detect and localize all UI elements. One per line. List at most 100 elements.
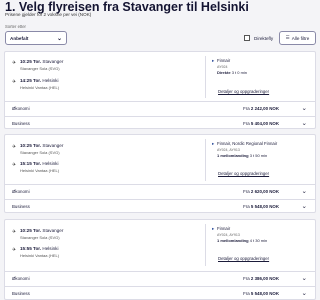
departure-airport: Stavanger Sola (SVG) xyxy=(20,234,60,240)
departure-day: Tor. xyxy=(33,59,42,64)
fare-row-business[interactable]: Business Fra 5 548,00 NOK ⌄ xyxy=(5,286,315,299)
airline-name: Finnair, Nordic Regional Finnair xyxy=(217,141,278,146)
flight-number: AY924 xyxy=(217,65,228,69)
departure-leg: ✈ 10:25 Tor. Stavanger Stavanger Sola (S… xyxy=(12,59,63,71)
arrival-day: Tor. xyxy=(33,161,42,166)
takeoff-icon: ✈ xyxy=(12,143,17,150)
landing-icon: ✈ xyxy=(12,161,17,168)
flight-duration: 3 t 50 min xyxy=(249,153,268,158)
direct-flights-checkbox[interactable]: Direktefly xyxy=(244,35,273,41)
takeoff-icon: ✈ xyxy=(12,59,17,66)
all-filters-label: Alle filtre xyxy=(291,35,310,41)
fare-row-economy[interactable]: Økonomi Fra 2 620,00 NOK ⌄ xyxy=(5,184,315,197)
all-filters-button[interactable]: ☰ Alle filtre xyxy=(279,31,316,45)
flight-number: AY924, AY913 xyxy=(217,233,240,237)
departure-time: 10:25 xyxy=(20,143,32,148)
departure-city: Stavanger xyxy=(42,59,64,64)
stops-label: 1 mellomlanding xyxy=(217,238,249,243)
fare-row-business[interactable]: Business Fra 5 548,00 NOK ⌄ xyxy=(5,199,315,212)
fare-price: 5 404,00 NOK xyxy=(250,121,279,126)
departure-leg: ✈ 10:25 Tor. Stavanger Stavanger Sola (S… xyxy=(12,228,63,240)
chevron-down-icon: ⌄ xyxy=(56,36,62,42)
fare-prefix: Fra xyxy=(243,204,250,209)
details-link[interactable]: Detaljer og oppgraderinger xyxy=(218,256,269,261)
takeoff-icon: ✈ xyxy=(12,228,17,235)
departure-time: 10:25 xyxy=(20,228,32,233)
stops-label: 1 mellomlanding xyxy=(217,153,249,158)
arrival-city: Helsinki xyxy=(42,78,59,83)
fare-name: Økonomi xyxy=(12,276,30,281)
fare-row-economy[interactable]: Økonomi Fra 2 386,00 NOK ⌄ xyxy=(5,271,315,284)
flight-card: ✈ 10:25 Tor. Stavanger Stavanger Sola (S… xyxy=(4,219,316,300)
arrival-time: 14:25 xyxy=(20,78,32,83)
fare-price: 5 548,00 NOK xyxy=(250,204,279,209)
sort-label: Sorter etter xyxy=(5,24,26,29)
chevron-down-icon[interactable]: ⌄ xyxy=(302,274,307,282)
fare-prefix: Fra xyxy=(243,121,250,126)
fare-prefix: Fra xyxy=(243,291,250,296)
arrival-airport: Helsinki Vantaa (HEL) xyxy=(20,84,60,90)
landing-icon: ✈ xyxy=(12,246,17,253)
arrival-time: 15:55 xyxy=(20,246,32,251)
fare-price: 2 620,00 NOK xyxy=(250,189,279,194)
arrival-city: Helsinki xyxy=(42,246,59,251)
departure-leg: ✈ 10:25 Tor. Stavanger Stavanger Sola (S… xyxy=(12,143,63,155)
fare-row-economy[interactable]: Økonomi Fra 2 242,00 NOK ⌄ xyxy=(5,101,315,114)
arrival-leg: ✈ 14:25 Tor. Helsinki Helsinki Vantaa (H… xyxy=(12,78,59,90)
airline-info: ▸ Finnair, Nordic Regional Finnair AY924,… xyxy=(212,141,277,158)
fare-name: Business xyxy=(12,291,30,296)
arrival-airport: Helsinki Vantaa (HEL) xyxy=(20,252,60,258)
departure-airport: Stavanger Sola (SVG) xyxy=(20,149,60,155)
airline-info: ▸ Finnair AY924 Direkte 3 t 0 min xyxy=(212,58,247,75)
landing-icon: ✈ xyxy=(12,78,17,85)
departure-day: Tor. xyxy=(33,143,42,148)
filter-icon: ☰ xyxy=(285,35,290,40)
arrival-time: 15:15 xyxy=(20,161,32,166)
direct-flights-label: Direktefly xyxy=(254,35,274,41)
flight-duration: 3 t 0 min xyxy=(231,70,248,75)
departure-airport: Stavanger Sola (SVG) xyxy=(20,65,60,71)
fare-prefix: Fra xyxy=(243,276,250,281)
details-link[interactable]: Detaljer og oppgraderinger xyxy=(218,171,269,176)
fare-name: Business xyxy=(12,204,30,209)
fare-name: Business xyxy=(12,121,30,126)
departure-city: Stavanger xyxy=(42,228,64,233)
divider xyxy=(205,224,206,266)
flight-number: AY924, AY913 xyxy=(217,148,240,152)
details-link[interactable]: Detaljer og oppgraderinger xyxy=(218,89,269,94)
page-subtitle: Prisene gjelder for 2 voksne per vei (NO… xyxy=(5,12,92,17)
flight-card: ✈ 10:25 Tor. Stavanger Stavanger Sola (S… xyxy=(4,51,316,129)
fare-price: 5 548,00 NOK xyxy=(250,291,279,296)
chevron-down-icon[interactable]: ⌄ xyxy=(302,187,307,195)
fare-name: Økonomi xyxy=(12,106,30,111)
stops-label: Direkte xyxy=(217,70,231,75)
arrival-city: Helsinki xyxy=(42,161,59,166)
fare-name: Økonomi xyxy=(12,189,30,194)
chevron-down-icon[interactable]: ⌄ xyxy=(302,289,307,297)
arrival-day: Tor. xyxy=(33,246,42,251)
airline-info: ▸ Finnair AY924, AY913 1 mellomlanding 4 … xyxy=(212,226,267,243)
fare-price: 2 242,00 NOK xyxy=(250,106,279,111)
fare-price: 2 386,00 NOK xyxy=(250,276,279,281)
divider xyxy=(205,56,206,98)
flight-card: ✈ 10:25 Tor. Stavanger Stavanger Sola (S… xyxy=(4,134,316,213)
arrival-leg: ✈ 15:55 Tor. Helsinki Helsinki Vantaa (H… xyxy=(12,246,59,258)
checkbox-icon[interactable] xyxy=(244,35,250,41)
fare-row-business[interactable]: Business Fra 5 404,00 NOK ⌄ xyxy=(5,116,315,129)
fare-prefix: Fra xyxy=(243,189,250,194)
fare-prefix: Fra xyxy=(243,106,250,111)
flight-duration: 4 t 30 min xyxy=(249,238,268,243)
arrival-leg: ✈ 15:15 Tor. Helsinki Helsinki Vantaa (H… xyxy=(12,161,59,173)
chevron-down-icon[interactable]: ⌄ xyxy=(302,119,307,127)
sort-dropdown[interactable]: Anbefalt ⌄ xyxy=(5,31,67,45)
chevron-down-icon[interactable]: ⌄ xyxy=(302,104,307,112)
departure-city: Stavanger xyxy=(42,143,64,148)
arrival-airport: Helsinki Vantaa (HEL) xyxy=(20,167,60,173)
arrival-day: Tor. xyxy=(33,78,42,83)
airline-name: Finnair xyxy=(217,58,231,63)
divider xyxy=(205,139,206,181)
chevron-down-icon[interactable]: ⌄ xyxy=(302,202,307,210)
airline-name: Finnair xyxy=(217,226,231,231)
departure-time: 10:25 xyxy=(20,59,32,64)
sort-value: Anbefalt xyxy=(10,36,29,41)
